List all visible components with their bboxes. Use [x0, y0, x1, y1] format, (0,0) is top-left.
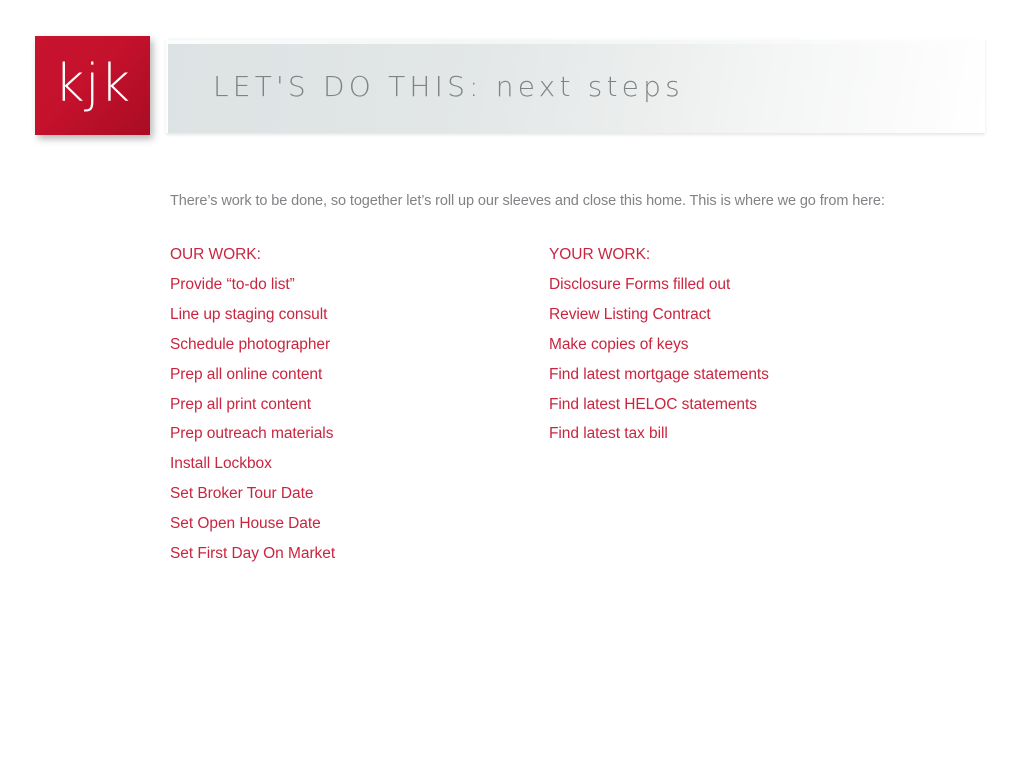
list-item: Find latest mortgage statements [549, 365, 769, 383]
list-item: Make copies of keys [549, 335, 689, 353]
intro-paragraph: There’s work to be done, so together let… [170, 193, 885, 209]
list-item: Review Listing Contract [549, 305, 711, 323]
our-work-column: OUR WORK: Provide “to-do list” Line up s… [170, 240, 335, 569]
brand-logo-text: kjk [54, 53, 131, 114]
list-item: Line up staging consult [170, 305, 328, 323]
list-item: Schedule photographer [170, 335, 331, 353]
slide-title: LET'S DO THIS: next steps [213, 70, 684, 103]
list-item: Find latest tax bill [549, 425, 668, 443]
list-item: Provide “to-do list” [170, 275, 295, 293]
list-item: Find latest HELOC statements [549, 395, 757, 413]
list-item: Set Open House Date [170, 515, 321, 533]
list-item: Prep all online content [170, 365, 323, 383]
our-work-heading: OUR WORK: [170, 246, 261, 263]
list-item: Set First Day On Market [170, 545, 336, 563]
list-item: Install Lockbox [170, 455, 272, 473]
list-item: Set Broker Tour Date [170, 485, 314, 503]
your-work-column: YOUR WORK: Disclosure Forms filled out R… [549, 240, 769, 449]
brand-logo: kjk [35, 36, 150, 135]
header-banner: LET'S DO THIS: next steps [166, 38, 985, 133]
list-item: Prep all print content [170, 395, 312, 413]
your-work-heading: YOUR WORK: [549, 246, 651, 263]
list-item: Prep outreach materials [170, 425, 334, 443]
list-item: Disclosure Forms filled out [549, 275, 731, 293]
